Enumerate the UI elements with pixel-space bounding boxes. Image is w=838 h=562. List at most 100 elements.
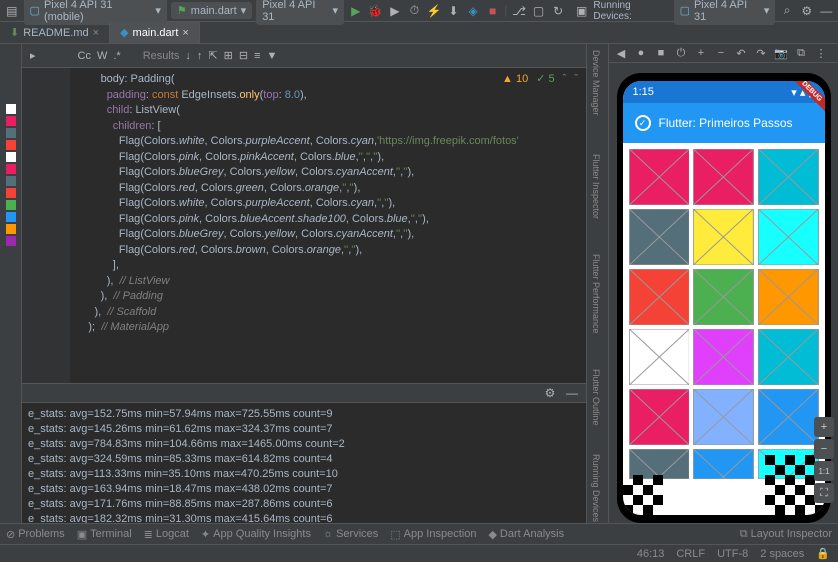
zoom-out-button[interactable]: − [814,439,834,459]
android-status-bar: 1:15 ▾ ▴ ▮ [623,81,825,103]
flutter-inspector-tab[interactable]: Flutter Inspector [591,154,601,219]
run-console[interactable]: e_stats: avg=152.75ms min=57.94ms max=72… [22,403,586,523]
profile-icon[interactable]: ⏱ [407,3,423,19]
code-content[interactable]: body: Padding( padding: const EdgeInsets… [70,68,586,383]
sync-icon[interactable]: ↻ [550,3,566,19]
color-swatch[interactable] [6,140,16,150]
next-icon[interactable]: ↑ [197,50,203,62]
color-swatch[interactable] [6,188,16,198]
color-swatch[interactable] [6,200,16,210]
flag-tile [693,209,754,265]
back-icon[interactable]: ◀ [613,45,629,61]
phone-screen[interactable]: DEBUG 1:15 ▾ ▴ ▮ ✓ Flutter: Primeiros Pa… [623,81,825,515]
flag-tile [758,149,819,205]
flag-tile [758,329,819,385]
device-selector[interactable]: ▢Pixel 4 API 31 (mobile)▾ [24,0,167,25]
git-icon[interactable]: ⎇ [511,3,527,19]
color-swatch[interactable] [6,212,16,222]
flutter-devtools-icon[interactable]: ◈ [465,3,481,19]
emulator-panel: ◀ ● ■ ⏻ + − ↶ ↷ 📷 ⧉ ⋮ DEBUG 1:15 ▾ ▴ ▮ [608,44,838,523]
settings-icon[interactable]: ⚙ [799,3,815,19]
running-device-selector[interactable]: ▢Pixel 4 API 31▾ [674,0,776,25]
flag-tile [758,449,819,479]
screenshot-icon[interactable]: ⧉ [793,45,809,61]
color-swatch[interactable] [6,104,16,114]
flutter-outline-tab[interactable]: Flutter Outline [591,369,601,426]
app-inspection-tab[interactable]: ⬚ App Inspection [390,528,476,541]
run-window-icon[interactable]: ▣ [574,3,590,19]
config-label: main.dart [191,5,237,17]
hide-icon[interactable]: — [818,3,834,19]
minimize-icon[interactable]: — [564,385,580,401]
more-icon[interactable]: ⋮ [813,45,829,61]
stop-icon[interactable]: ■ [485,3,501,19]
device-manager-tab[interactable]: Device Manager [591,50,601,116]
color-swatch[interactable] [6,152,16,162]
run-icon[interactable]: ▶ [348,3,364,19]
search-icon[interactable]: ⌕ [779,3,795,19]
camera-icon[interactable]: 📷 [773,45,789,61]
color-swatch[interactable] [6,176,16,186]
run-config-selector[interactable]: ⚑main.dart▾ [171,2,252,19]
editor-warnings[interactable]: ▲ 10 ✓ 5 ˆ ˇ [502,72,578,85]
zoom-fit-button[interactable]: 1:1 [814,461,834,481]
coverage-icon[interactable]: ▶ [387,3,403,19]
flag-tile [693,449,754,479]
structure-gutter [0,44,22,523]
flutter-performance-tab[interactable]: Flutter Performance [591,254,601,334]
device-icon[interactable]: ▢ [531,3,547,19]
console-toolbar: ⚙ — [22,383,586,403]
running-devices-tab[interactable]: Running Devices [591,454,601,522]
device-label: Pixel 4 API 31 (mobile) [44,0,151,23]
color-swatch[interactable] [6,224,16,234]
color-swatch[interactable] [6,116,16,126]
debug-icon[interactable]: 🐞 [368,3,384,19]
readonly-icon[interactable]: 🔒 [816,547,830,560]
cursor-position[interactable]: 46:13 [637,548,665,560]
ide-status-bar: 46:13 CRLF UTF-8 2 spaces 🔒 [0,544,838,562]
color-swatch[interactable] [6,164,16,174]
match-case-toggle[interactable]: Cc [78,50,91,62]
hot-reload-icon[interactable]: ⚡ [426,3,442,19]
line-ending[interactable]: CRLF [676,548,705,560]
words-toggle[interactable]: W [97,50,107,62]
overview-icon[interactable]: ■ [653,45,669,61]
home-icon[interactable]: ● [633,45,649,61]
add-selection-icon[interactable]: ⊞ [224,49,233,62]
zoom-reset-button[interactable]: ⛶ [814,483,834,503]
power-icon[interactable]: ⏻ [673,45,689,61]
gear-icon[interactable]: ⚙ [542,385,558,401]
color-swatch[interactable] [6,236,16,246]
remove-selection-icon[interactable]: ⊟ [239,49,248,62]
app-quality-tab[interactable]: ✦ App Quality Insights [201,528,311,541]
encoding[interactable]: UTF-8 [717,548,748,560]
collapse-icon[interactable]: ▸ [30,49,36,62]
dart-analysis-tab[interactable]: ◆ Dart Analysis [488,528,564,541]
tab-readme[interactable]: ⬇README.md× [0,22,110,43]
filter-icon[interactable]: ▼ [266,50,277,62]
zoom-in-button[interactable]: + [814,417,834,437]
regex-icon[interactable]: .* [113,50,120,62]
logcat-tab[interactable]: ≣ Logcat [144,528,189,541]
services-tab[interactable]: ☼ Services [323,528,378,540]
terminal-tab[interactable]: ▣ Terminal [77,528,132,541]
rotate-left-icon[interactable]: ↶ [733,45,749,61]
device-selector-2[interactable]: Pixel 4 API 31▾ [256,0,344,25]
line-numbers [22,68,70,383]
indent-setting[interactable]: 2 spaces [760,548,804,560]
vol-up-icon[interactable]: + [693,45,709,61]
attach-icon[interactable]: ⬇ [446,3,462,19]
layout-inspector-tab[interactable]: ⧉ Layout Inspector [740,528,832,541]
prev-icon[interactable]: ↓ [185,50,191,62]
flag-tile [629,149,690,205]
rotate-right-icon[interactable]: ↷ [753,45,769,61]
problems-tab[interactable]: ⊘ Problems [6,528,65,541]
tab-main-dart[interactable]: ◆main.dart× [110,22,200,43]
bottom-toolbar: ⊘ Problems ▣ Terminal ≣ Logcat ✦ App Qua… [0,523,838,544]
select-all-icon[interactable]: ⇱ [208,49,217,62]
menu-icon[interactable]: ▤ [4,3,20,19]
editor[interactable]: body: Padding( padding: const EdgeInsets… [22,68,586,383]
color-swatch[interactable] [6,128,16,138]
listview[interactable] [623,143,825,515]
vol-down-icon[interactable]: − [713,45,729,61]
